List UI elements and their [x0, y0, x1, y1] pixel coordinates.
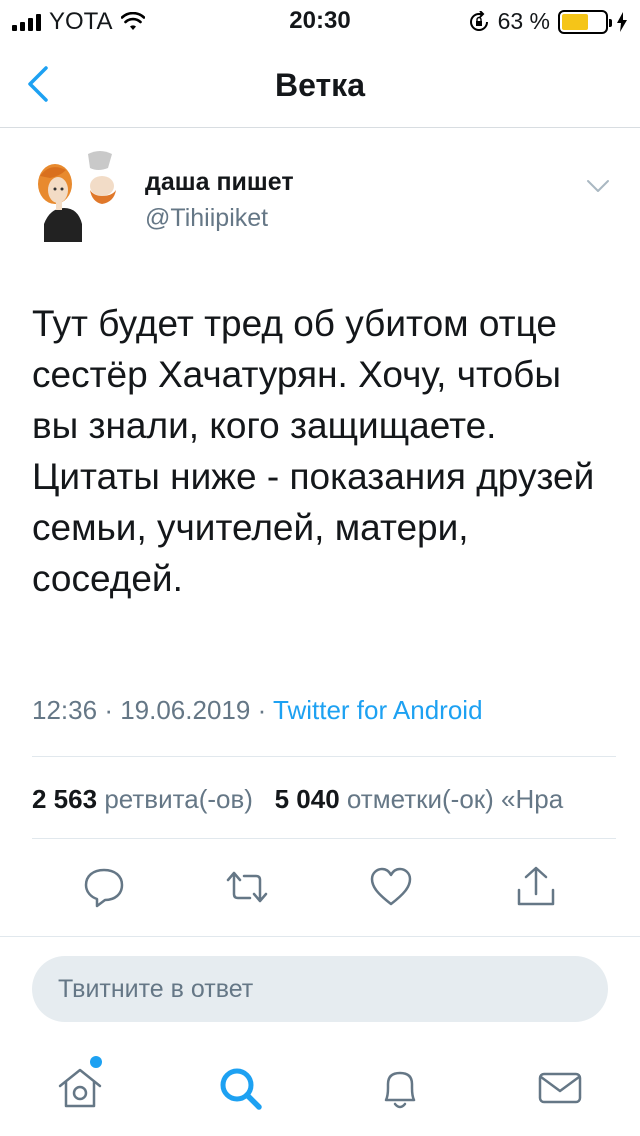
like-icon[interactable]	[368, 864, 414, 910]
likes-label: отметки(-ок) «Нра	[346, 784, 564, 814]
meta-separator: ·	[104, 695, 121, 725]
tweet-time: 12:36	[32, 695, 98, 725]
reply-placeholder: Твитните в ответ	[58, 974, 254, 1003]
chevron-down-icon[interactable]	[585, 176, 611, 196]
search-icon[interactable]	[216, 1064, 264, 1112]
battery-percent: 63 %	[497, 8, 550, 34]
retweet-icon[interactable]	[224, 864, 270, 910]
rotation-lock-icon	[469, 10, 488, 31]
likes-stat[interactable]: 5 040 отметки(-ок) «Нра	[275, 784, 564, 814]
tweet-actions	[0, 864, 640, 910]
tweet-text: Тут будет тред об убитом отце сестёр Хач…	[32, 303, 595, 599]
tweet-meta: 12:36 · 19.06.2019 · Twitter for Android	[32, 695, 483, 726]
bell-icon[interactable]	[376, 1064, 424, 1112]
notification-dot	[90, 1056, 102, 1068]
reply-icon[interactable]	[81, 864, 127, 910]
meta-separator: ·	[257, 695, 273, 725]
author-name[interactable]: даша пишет	[145, 168, 294, 197]
battery-icon	[558, 9, 612, 34]
tweet-date: 19.06.2019	[120, 695, 251, 725]
share-icon[interactable]	[513, 864, 559, 910]
mail-icon[interactable]	[536, 1064, 584, 1112]
likes-count: 5 040	[274, 784, 340, 814]
page-title: Ветка	[275, 67, 365, 103]
divider	[32, 756, 616, 757]
charging-icon	[617, 11, 627, 32]
reply-input[interactable]: Твитните в ответ	[32, 956, 608, 1022]
status-right: 63 %	[468, 8, 628, 35]
author-handle[interactable]: @Tihiipiket	[145, 204, 268, 233]
home-icon[interactable]	[56, 1064, 104, 1112]
nav-bar: Ветка	[0, 40, 640, 128]
divider	[32, 838, 616, 839]
retweets-stat[interactable]: 2 563 ретвита(-ов)	[32, 784, 253, 814]
tweet-source-link[interactable]: Twitter for Android	[273, 695, 483, 725]
tweet-stats: 2 563 ретвита(-ов) 5 040 отметки(-ок) «Н…	[32, 784, 640, 815]
reply-divider	[0, 936, 640, 937]
retweets-label: ретвита(-ов)	[104, 784, 253, 814]
retweets-count: 2 563	[32, 784, 98, 814]
status-bar: YOTA 20:30 63 %	[0, 0, 640, 40]
avatar[interactable]	[30, 146, 130, 246]
